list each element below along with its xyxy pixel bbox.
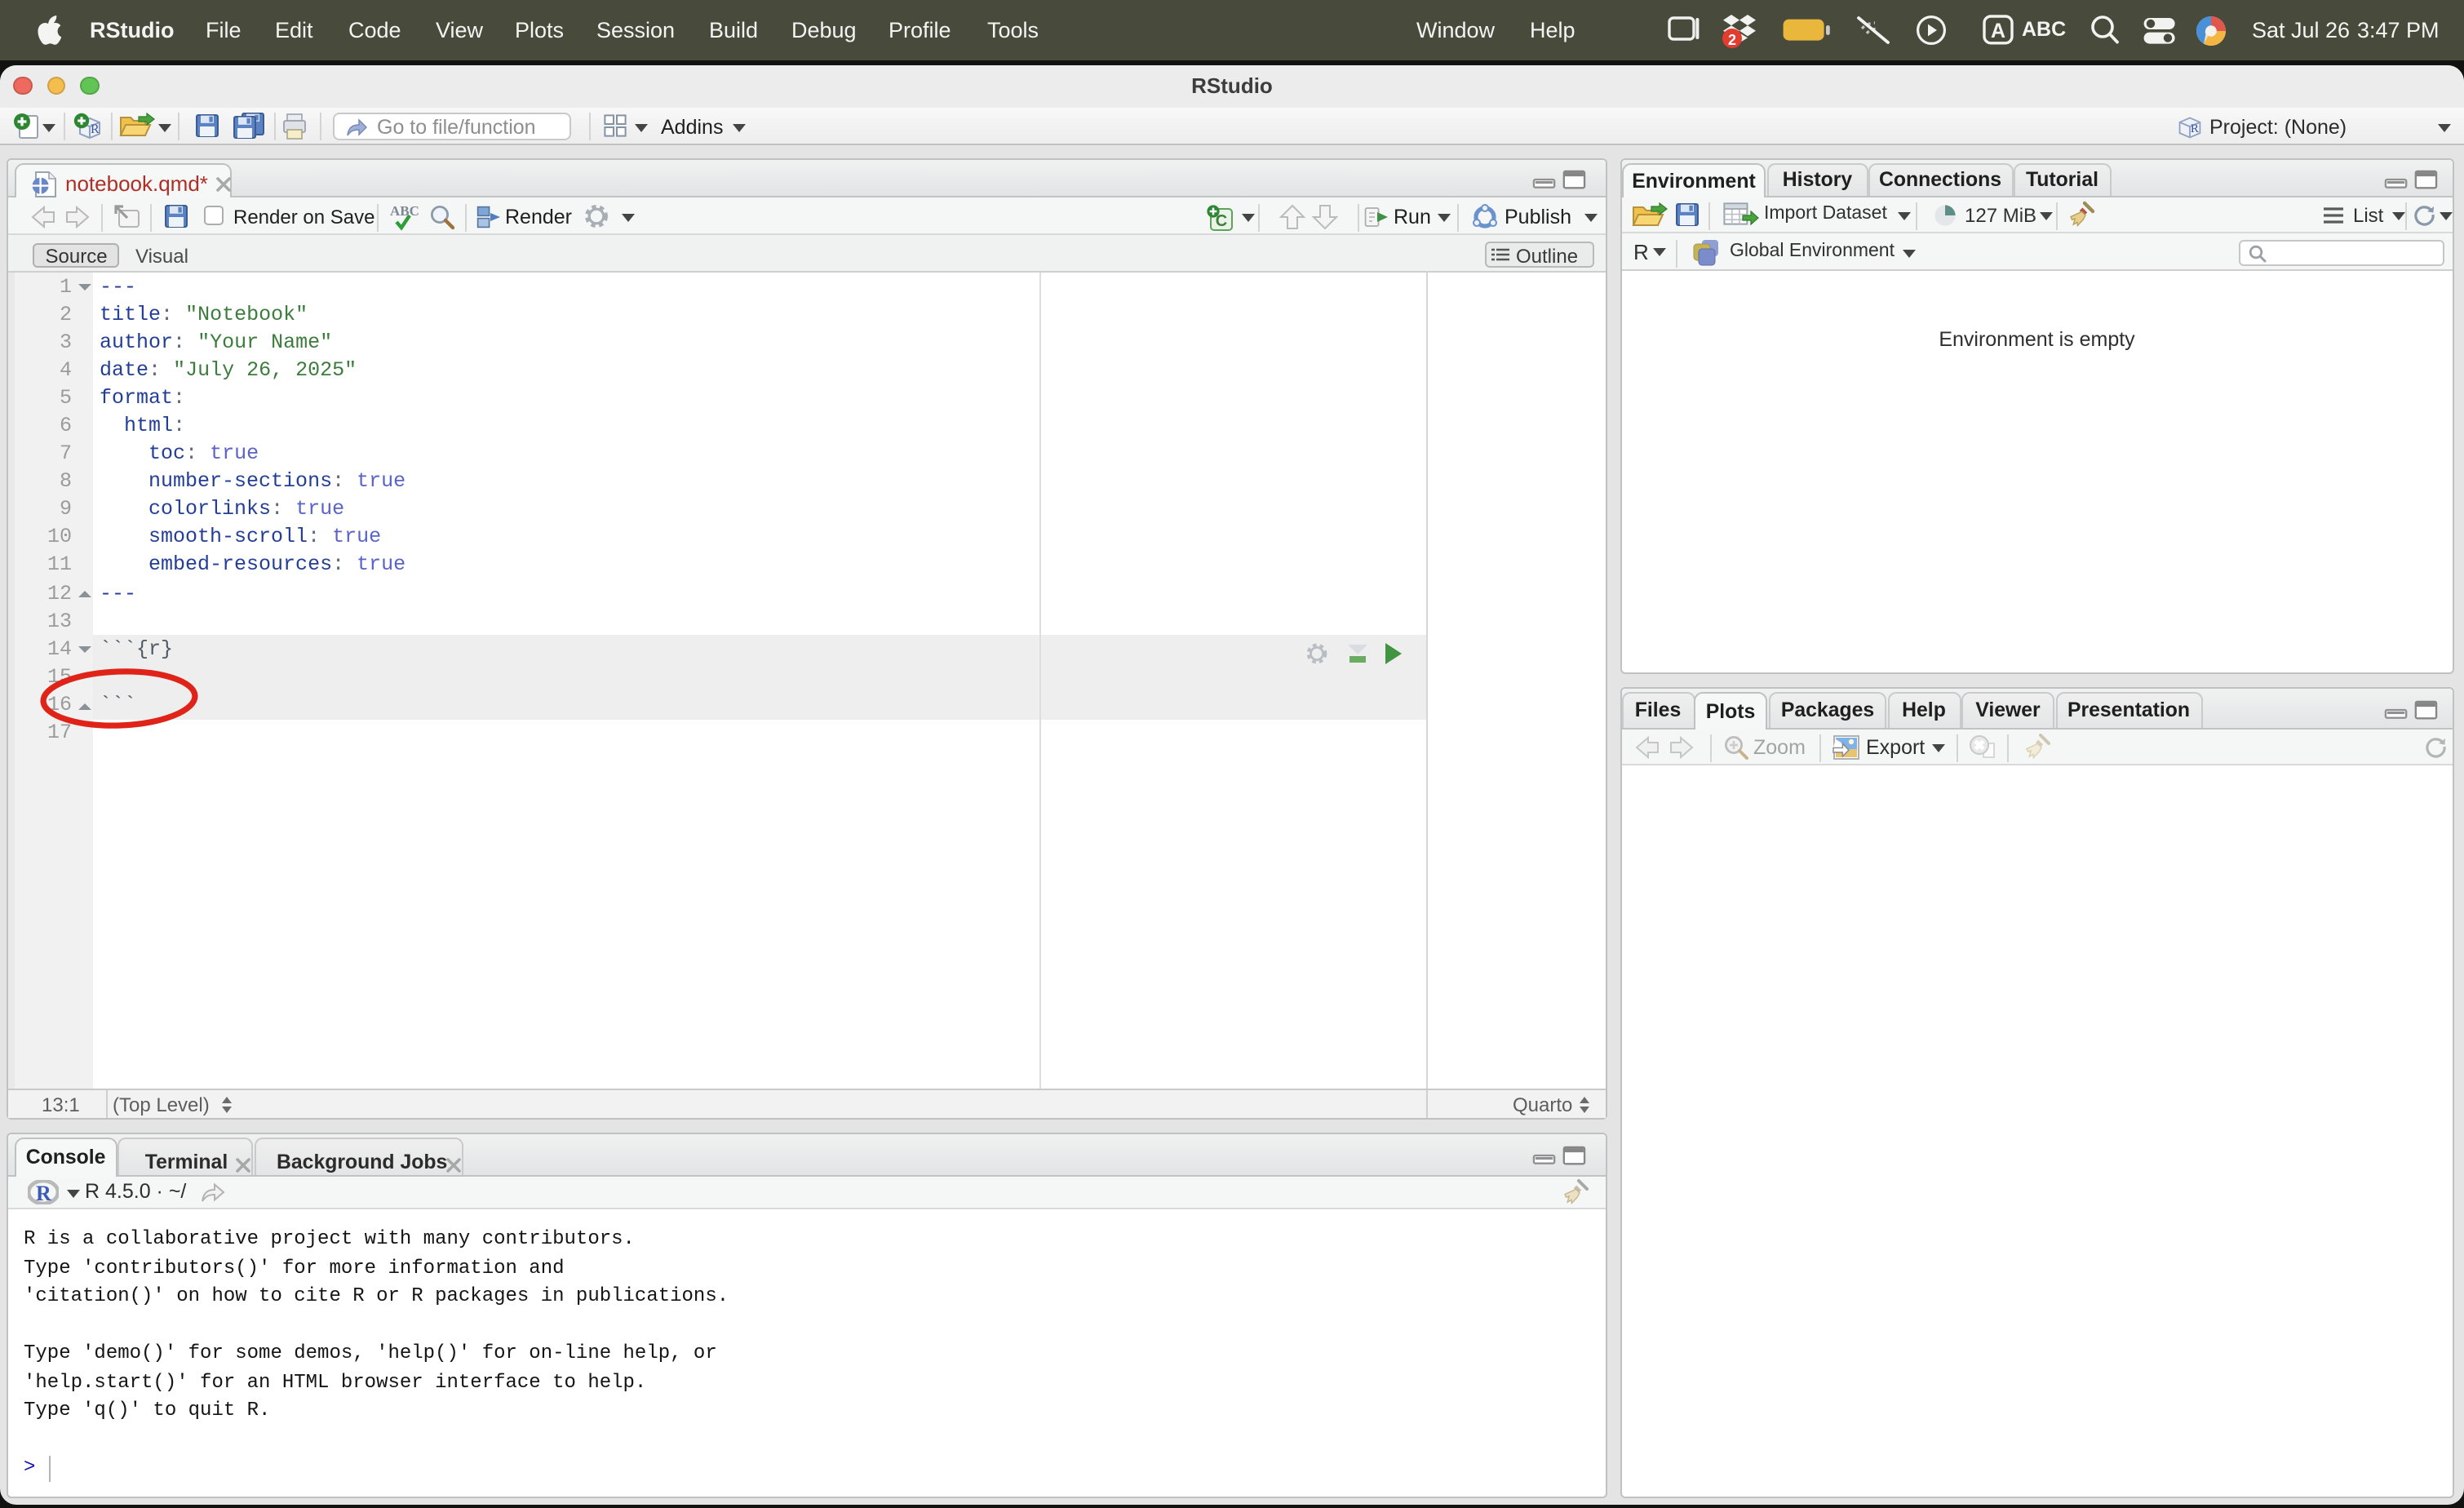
svg-text:R: R [36, 1182, 51, 1204]
svg-text:R: R [91, 122, 100, 135]
svg-text:2: 2 [1728, 32, 1736, 48]
svg-text:ABC: ABC [390, 202, 419, 218]
svg-text:A: A [1991, 20, 2005, 42]
svg-text:R: R [2191, 122, 2200, 135]
